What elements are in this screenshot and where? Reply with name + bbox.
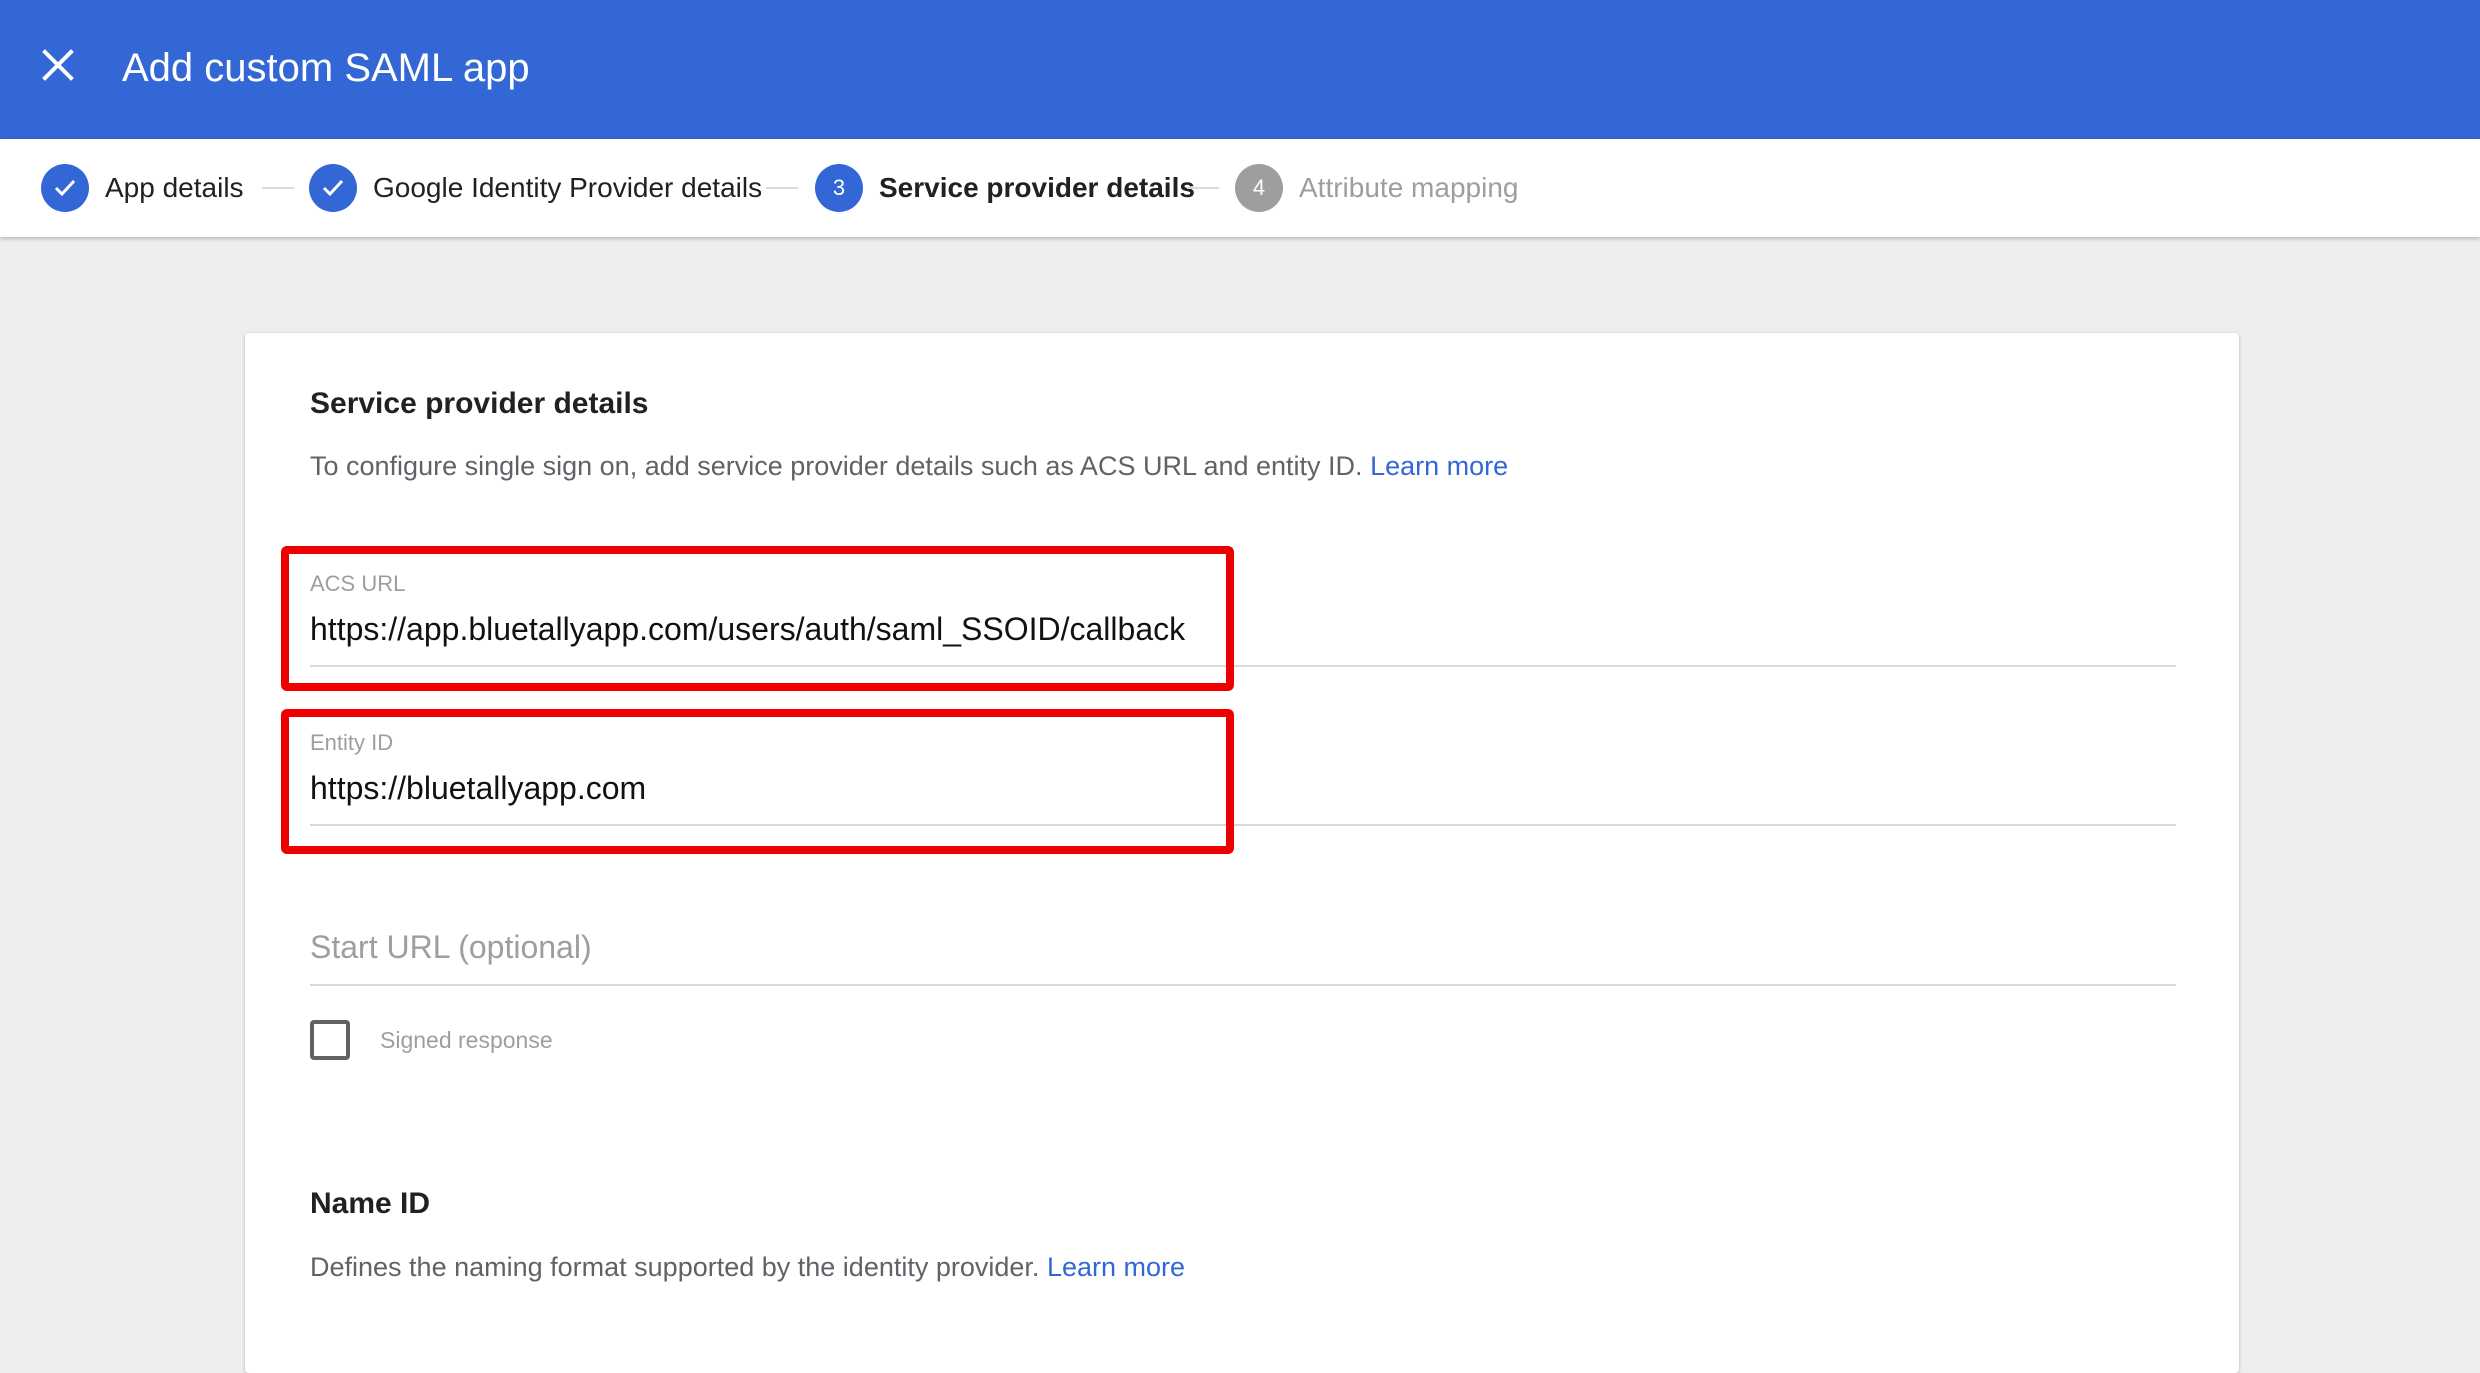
- name-id-title: Name ID: [310, 1187, 431, 1220]
- step-number: 4: [1235, 164, 1283, 212]
- field-label: Entity ID: [310, 730, 394, 755]
- learn-more-link[interactable]: Learn more: [1370, 451, 1508, 481]
- section-title: Service provider details: [310, 387, 649, 420]
- check-icon: [41, 164, 89, 212]
- step-label: App details: [105, 172, 244, 203]
- field-label: ACS URL: [310, 571, 406, 596]
- entity-id-field[interactable]: Entity ID: [310, 730, 2176, 826]
- step-label: Attribute mapping: [1299, 172, 1519, 203]
- step-google-idp-details[interactable]: Google Identity Provider details: [309, 164, 761, 212]
- acs-url-input[interactable]: [310, 611, 2176, 648]
- signed-response-label: Signed response: [380, 1026, 553, 1053]
- start-url-placeholder: Start URL (optional): [310, 929, 592, 965]
- close-button[interactable]: [36, 43, 80, 87]
- stepper: App details Google Identity Provider det…: [0, 139, 2480, 237]
- step-separator: [1187, 187, 1219, 189]
- step-label: Service provider details: [879, 172, 1195, 203]
- description-text: To configure single sign on, add service…: [310, 451, 1363, 481]
- acs-url-field[interactable]: ACS URL: [310, 571, 2176, 667]
- step-number: 3: [815, 164, 863, 212]
- step-attribute-mapping[interactable]: 4 Attribute mapping: [1235, 164, 1518, 212]
- step-separator: [766, 187, 798, 189]
- signed-response-checkbox[interactable]: [310, 1020, 350, 1060]
- learn-more-link[interactable]: Learn more: [1047, 1252, 1185, 1282]
- app-bar: Add custom SAML app: [0, 0, 2480, 139]
- step-separator: [262, 187, 294, 189]
- check-icon: [309, 164, 357, 212]
- entity-id-input[interactable]: [310, 770, 2176, 807]
- service-provider-card: Service provider details To configure si…: [245, 333, 2239, 1373]
- page-title: Add custom SAML app: [122, 46, 530, 90]
- name-id-description: Defines the naming format supported by t…: [310, 1252, 1185, 1283]
- close-icon: [42, 49, 74, 81]
- description-text: Defines the naming format supported by t…: [310, 1252, 1040, 1282]
- step-app-details[interactable]: App details: [41, 164, 244, 212]
- section-description: To configure single sign on, add service…: [310, 451, 1508, 482]
- step-label: Google Identity Provider details: [373, 172, 761, 203]
- start-url-field[interactable]: Start URL (optional): [310, 925, 2176, 986]
- signed-response-row[interactable]: Signed response: [310, 1020, 553, 1060]
- step-service-provider-details[interactable]: 3 Service provider details: [815, 164, 1195, 212]
